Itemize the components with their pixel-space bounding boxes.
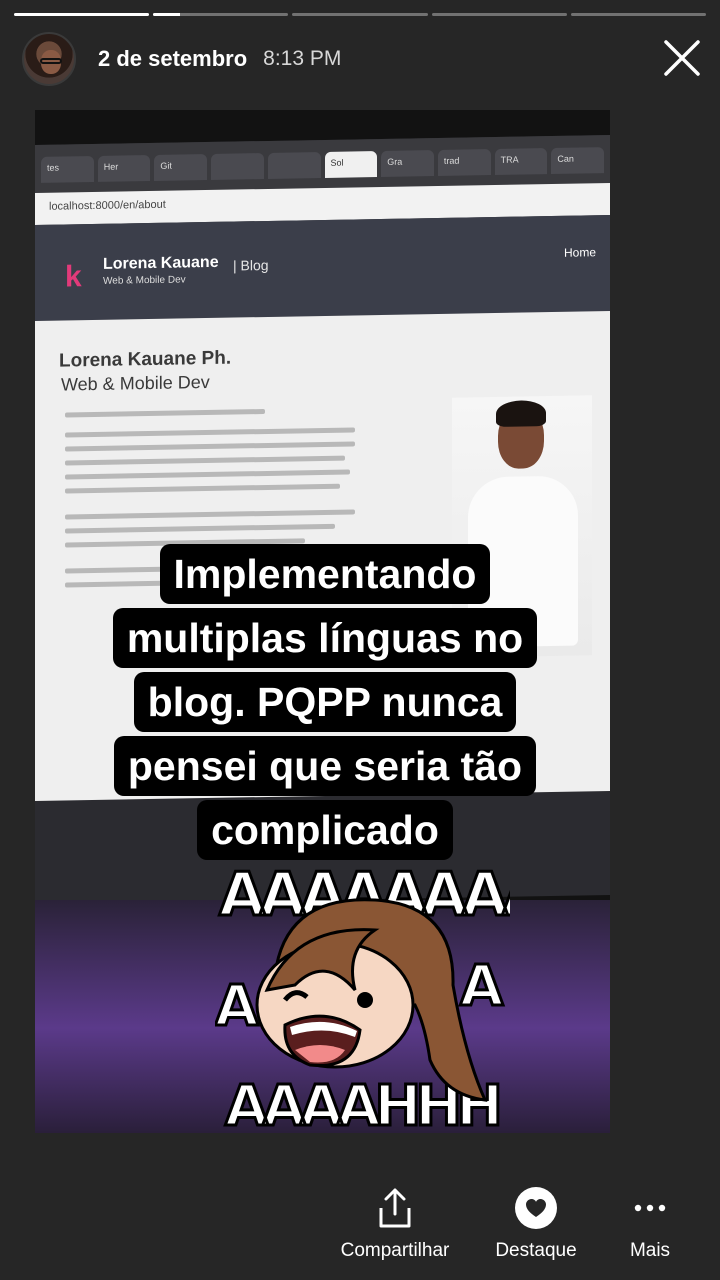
progress-segment xyxy=(14,13,150,16)
screaming-girl-sticker: AAAAAAAA AAAAHHH A A xyxy=(214,855,557,1141)
close-button[interactable] xyxy=(662,38,702,78)
svg-text:A: A xyxy=(460,954,504,1019)
more-label: Mais xyxy=(629,1240,671,1261)
story-date: 2 de setembro xyxy=(98,46,248,71)
caption-line: multiplas línguas no xyxy=(112,608,538,668)
avatar[interactable] xyxy=(22,32,76,86)
story-progress xyxy=(14,13,707,17)
browser-tab xyxy=(211,153,264,180)
story-actions: Compartilhar Destaque Mais xyxy=(0,1180,720,1280)
site-home-link: Home xyxy=(563,245,596,260)
highlight-button[interactable]: Destaque xyxy=(490,1180,582,1262)
progress-segment xyxy=(431,13,567,16)
progress-segment xyxy=(570,13,707,16)
more-icon xyxy=(634,1204,666,1212)
site-blog-label: | Blog xyxy=(233,256,269,274)
close-icon xyxy=(664,40,700,76)
progress-segment xyxy=(153,13,289,16)
share-label: Compartilhar xyxy=(340,1240,450,1261)
progress-segment xyxy=(292,13,428,16)
site-brand: Lorena Kauane xyxy=(103,253,219,273)
caption-line: complicado xyxy=(197,800,453,860)
caption-line: pensei que seria tão xyxy=(113,736,537,796)
highlight-label: Destaque xyxy=(495,1240,577,1261)
caption-line: blog. PQPP nunca xyxy=(133,672,517,732)
site-brand-sub: Web & Mobile Dev xyxy=(103,274,186,287)
browser-tab: trad xyxy=(437,149,491,176)
browser-tab xyxy=(267,152,321,179)
caption-line: Implementando xyxy=(159,544,491,604)
site-logo-icon: k xyxy=(65,260,82,294)
browser-tab: Git xyxy=(154,154,208,181)
story-time: 8:13 PM xyxy=(263,47,342,70)
page-title: Lorena Kauane Ph. xyxy=(59,347,232,372)
story-header: 2 de setembro 8:13 PM xyxy=(22,30,702,88)
browser-tab: Her xyxy=(97,155,151,182)
share-icon xyxy=(379,1188,411,1228)
browser-tab: Can xyxy=(551,147,605,175)
site-header: k Lorena Kauane Web & Mobile Dev | Blog … xyxy=(35,214,610,322)
more-button[interactable]: Mais xyxy=(615,1180,685,1262)
share-button[interactable]: Compartilhar xyxy=(334,1180,456,1262)
browser-tab: tes xyxy=(41,155,94,183)
browser-tab: Gra xyxy=(381,150,434,177)
page-subtitle: Web & Mobile Dev xyxy=(61,371,210,395)
browser-tab: TRA xyxy=(494,148,548,175)
heart-icon xyxy=(515,1187,557,1229)
browser-tab-active: Sol xyxy=(324,151,378,178)
svg-text:A: A xyxy=(215,974,259,1039)
story-caption: Implementando multiplas línguas no blog.… xyxy=(0,540,650,860)
